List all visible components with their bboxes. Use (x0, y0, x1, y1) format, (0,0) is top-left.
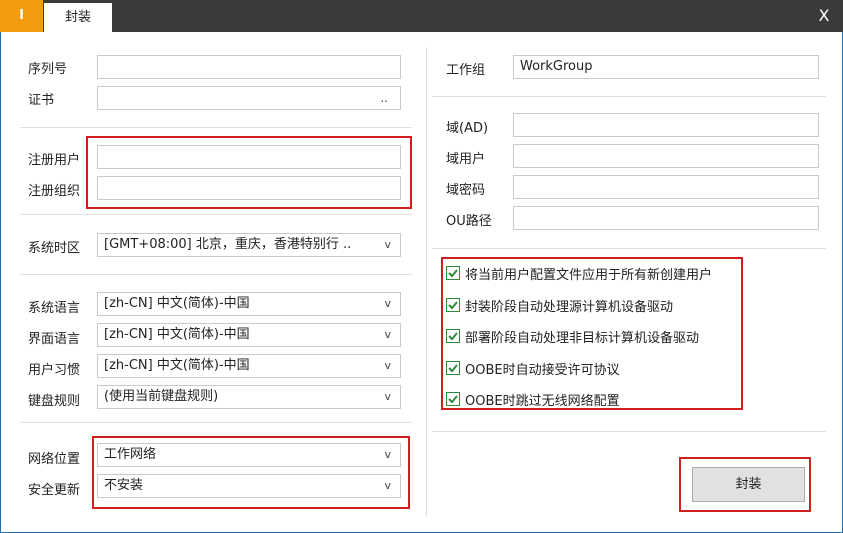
divider (432, 248, 826, 249)
app-tab[interactable]: I (0, 0, 43, 32)
domain-pwd-label: 域密码 (446, 183, 486, 198)
timezone-label: 系统时区 (28, 241, 81, 256)
browse-button[interactable]: .. (380, 87, 388, 109)
ou-path-input[interactable] (513, 206, 819, 230)
divider (20, 214, 412, 215)
highlight-box (441, 257, 743, 410)
keyboard-select[interactable]: (使用当前键盘规则) v (97, 385, 401, 409)
tab-seal[interactable]: 封装 (44, 3, 112, 32)
ui-lang-value: [zh-CN] 中文(简体)-中国 (104, 327, 250, 342)
updates-label: 安全更新 (28, 483, 81, 498)
serial-label: 序列号 (28, 62, 68, 77)
divider (20, 274, 412, 275)
keyboard-label: 键盘规则 (28, 394, 81, 409)
highlight-box (92, 436, 410, 509)
sys-lang-select[interactable]: [zh-CN] 中文(简体)-中国 v (97, 292, 401, 316)
workgroup-input[interactable]: WorkGroup (513, 55, 819, 79)
domain-input[interactable] (513, 113, 819, 137)
net-location-label: 网络位置 (28, 452, 81, 467)
timezone-select[interactable]: [GMT+08:00] 北京，重庆，香港特别行 .. v (97, 233, 401, 257)
reg-org-label: 注册组织 (28, 184, 81, 199)
close-icon: X (818, 6, 830, 25)
sys-lang-value: [zh-CN] 中文(简体)-中国 (104, 296, 250, 311)
serial-input[interactable] (97, 55, 401, 79)
divider (20, 127, 412, 128)
reg-user-label: 注册用户 (28, 153, 81, 168)
cert-input[interactable]: .. (97, 86, 401, 110)
divider (20, 422, 412, 423)
ui-lang-label: 界面语言 (28, 332, 81, 347)
domain-user-label: 域用户 (446, 152, 486, 167)
divider (432, 431, 826, 432)
user-locale-value: [zh-CN] 中文(简体)-中国 (104, 358, 250, 373)
chevron-down-icon: v (384, 390, 391, 403)
highlight-box (86, 136, 412, 209)
chevron-down-icon: v (384, 297, 391, 310)
ou-path-label: OU路径 (446, 214, 492, 229)
column-divider (426, 47, 427, 517)
user-locale-label: 用户习惯 (28, 363, 81, 378)
divider (432, 96, 826, 97)
cert-label: 证书 (28, 93, 55, 108)
chevron-down-icon: v (384, 359, 391, 372)
chevron-down-icon: v (384, 328, 391, 341)
user-locale-select[interactable]: [zh-CN] 中文(简体)-中国 v (97, 354, 401, 378)
keyboard-value: (使用当前键盘规则) (104, 389, 219, 404)
title-bar: I 封装 X (0, 0, 843, 32)
chevron-down-icon: v (384, 238, 391, 251)
domain-label: 域(AD) (446, 121, 489, 136)
close-button[interactable]: X (805, 0, 843, 32)
domain-pwd-input[interactable] (513, 175, 819, 199)
highlight-box (679, 457, 811, 512)
workgroup-label: 工作组 (446, 63, 486, 78)
domain-user-input[interactable] (513, 144, 819, 168)
timezone-value: [GMT+08:00] 北京，重庆，香港特别行 .. (104, 237, 352, 252)
sys-lang-label: 系统语言 (28, 301, 81, 316)
ui-lang-select[interactable]: [zh-CN] 中文(简体)-中国 v (97, 323, 401, 347)
